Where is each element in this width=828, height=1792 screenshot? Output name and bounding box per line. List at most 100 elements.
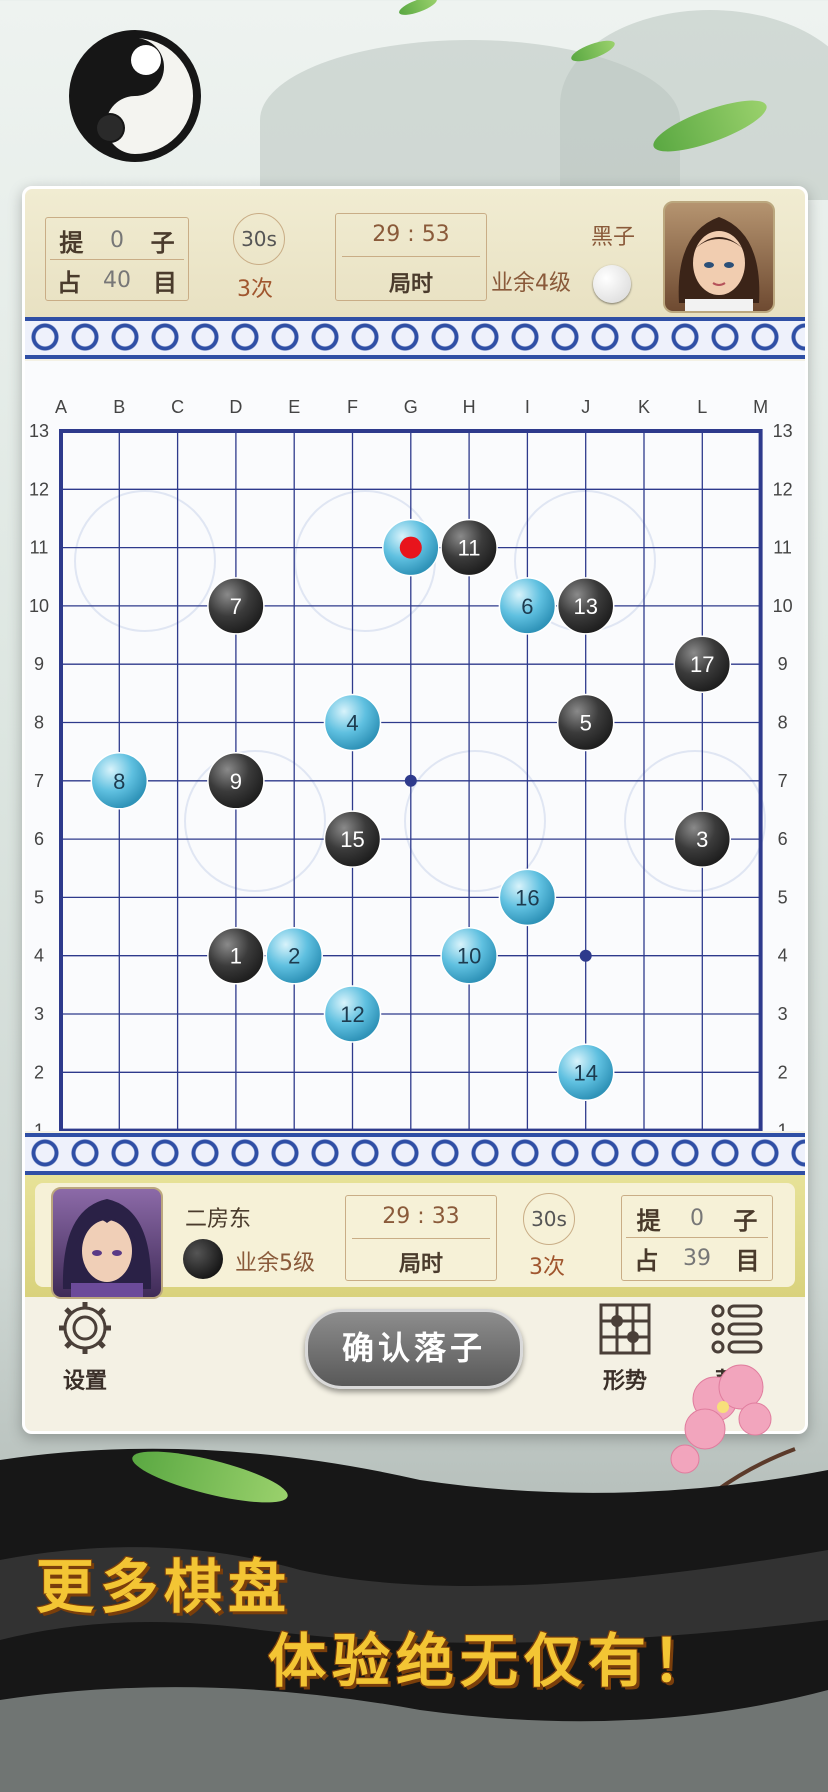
player-avatar[interactable]	[51, 1187, 163, 1299]
stone-move-number: 12	[340, 1002, 364, 1027]
territory-count: 39	[682, 1245, 711, 1271]
column-label: M	[753, 397, 768, 417]
row-label: 2	[778, 1062, 788, 1082]
black-stone-indicator	[183, 1239, 223, 1279]
row-label: 4	[778, 946, 788, 966]
stone-move-number: 9	[230, 769, 242, 794]
capture-label: 提	[636, 1206, 661, 1235]
player-level: 业余5级	[235, 1251, 315, 1276]
byoyomi-count: 3次	[237, 277, 273, 302]
row-label: 6	[34, 829, 44, 849]
column-label: J	[581, 397, 590, 417]
byoyomi-count: 3次	[529, 1255, 565, 1280]
row-label: 8	[34, 713, 44, 733]
go-board[interactable]: AABBCCDDEEFFGGHHIIJJKKLLMM13131212111110…	[25, 361, 805, 1161]
opponent-clock: 29 : 53 局时	[335, 213, 487, 301]
porcelain-border-top	[25, 317, 805, 359]
stone-move-number: 6	[521, 594, 533, 619]
stone-move-number: 5	[580, 711, 592, 736]
column-label: F	[347, 397, 358, 417]
stone-move-number: 8	[113, 769, 125, 794]
capture-count: 0	[109, 227, 124, 253]
player-name: 二房东	[185, 1207, 252, 1232]
taiji-logo	[50, 18, 210, 163]
row-label: 10	[29, 596, 49, 616]
main-time: 29 : 33	[382, 1204, 460, 1229]
territory-unit: 目	[735, 1246, 760, 1275]
column-label: H	[463, 397, 476, 417]
capture-unit: 子	[150, 228, 175, 257]
territory-unit: 目	[153, 268, 177, 297]
row-label: 9	[34, 654, 44, 674]
stone-move-number: 2	[288, 944, 300, 969]
settings-label: 设置	[62, 1369, 107, 1394]
capture-unit: 子	[733, 1206, 758, 1235]
column-label: C	[171, 397, 184, 417]
star-point	[404, 774, 417, 787]
row-label: 2	[34, 1062, 44, 1082]
main-time-label: 局时	[388, 272, 433, 297]
main-time: 29 : 53	[372, 222, 450, 247]
player-info-bar: 二房东 业余5级 29 : 33 局时 30s 3次 提 0 子 占 39 目	[25, 1175, 805, 1299]
territory-label: 占	[634, 1246, 659, 1275]
confirm-move-button[interactable]: 确认落子	[305, 1309, 523, 1389]
row-label: 13	[29, 421, 49, 441]
row-label: 6	[778, 829, 788, 849]
row-label: 11	[773, 538, 792, 558]
row-label: 7	[778, 771, 788, 791]
column-label: G	[404, 397, 418, 417]
settings-button[interactable]: 设置	[45, 1299, 125, 1395]
territory-label: 占	[57, 268, 81, 297]
territory-count: 40	[103, 267, 131, 293]
opponent-avatar[interactable]	[663, 201, 775, 313]
player-score-box: 提 0 子 占 39 目	[621, 1195, 773, 1281]
stone-move-number: 15	[340, 827, 364, 852]
last-move-marker	[399, 536, 422, 559]
column-label: I	[525, 397, 530, 417]
opponent-info-bar: 提 0 子 占 40 目 30s 3次 29 : 53 局时 黑子 业余4级	[25, 189, 805, 317]
column-label: E	[288, 397, 300, 417]
gear-icon	[59, 1302, 111, 1354]
slogan-line-1: 更多棋盘	[36, 1553, 293, 1621]
stone-move-number: 10	[457, 944, 481, 969]
stone-move-number: 4	[346, 711, 358, 736]
stone-move-number: 17	[690, 652, 714, 677]
stone-move-number: 11	[458, 536, 481, 561]
row-label: 1	[34, 1121, 44, 1131]
column-label: B	[113, 397, 125, 417]
stone-move-number: 16	[515, 885, 539, 910]
row-label: 11	[30, 538, 49, 558]
stone-move-number: 13	[573, 594, 597, 619]
star-point	[579, 949, 592, 962]
column-label: D	[229, 397, 242, 417]
stone-move-number: 7	[230, 594, 242, 619]
board-grid[interactable]: AABBCCDDEEFFGGHHIIJJKKLLMM13131212111110…	[25, 361, 805, 1161]
background-mountain	[560, 10, 828, 200]
row-label: 5	[34, 887, 44, 907]
row-label: 3	[778, 1004, 788, 1024]
stone-move-number: 1	[230, 944, 242, 969]
row-label: 1	[778, 1121, 788, 1131]
column-label: A	[55, 397, 67, 417]
row-label: 10	[773, 596, 793, 616]
capture-label: 提	[59, 228, 84, 257]
stone-move-number: 3	[696, 827, 708, 852]
column-label: L	[697, 397, 707, 417]
row-label: 8	[778, 713, 788, 733]
porcelain-border-bottom	[25, 1133, 805, 1175]
column-label: K	[638, 397, 650, 417]
opponent-score-box: 提 0 子 占 40 目	[45, 217, 189, 301]
opponent-level: 业余4级	[491, 271, 571, 296]
leaf-decoration	[397, 0, 439, 19]
row-label: 12	[29, 479, 49, 499]
player-clock: 29 : 33 局时	[345, 1195, 497, 1281]
row-label: 5	[778, 887, 788, 907]
byoyomi-time: 30s	[523, 1193, 575, 1245]
byoyomi-time: 30s	[233, 213, 285, 265]
white-stone-indicator	[593, 265, 631, 303]
stone-color-label: 黑子	[591, 225, 636, 250]
row-label: 4	[34, 946, 44, 966]
row-label: 13	[773, 421, 793, 441]
game-panel: 提 0 子 占 40 目 30s 3次 29 : 53 局时 黑子 业余4级 A…	[22, 186, 808, 1541]
row-label: 7	[34, 771, 44, 791]
